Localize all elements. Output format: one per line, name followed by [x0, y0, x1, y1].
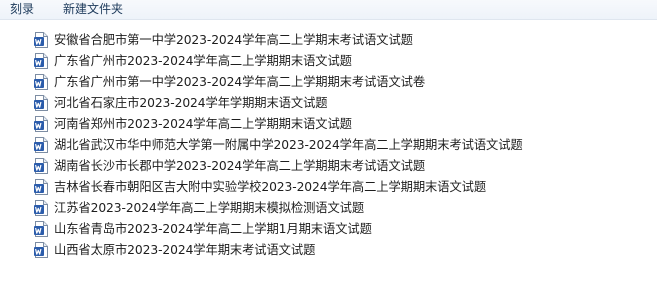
file-item[interactable]: 山西省太原市2023-2024学年期末考试语文试题 [34, 239, 634, 260]
word-doc-icon [34, 73, 48, 90]
file-item[interactable]: 广东省广州市2023-2024学年高二上学期期末语文试题 [34, 50, 634, 71]
word-doc-icon [34, 31, 48, 48]
word-doc-icon [34, 199, 48, 216]
file-item[interactable]: 河北省石家庄市2023-2024学年学期期末语文试题 [34, 92, 634, 113]
file-name: 河南省郑州市2023-2024学年高二上学期期末语文试题 [54, 116, 352, 131]
word-doc-icon [34, 241, 48, 258]
file-list: 安徽省合肥市第一中学2023-2024学年高二上学期末考试语文试题 广东省广州市2… [34, 29, 634, 260]
file-name: 湖北省武汉市华中师范大学第一附属中学2023-2024学年高二上学期期末考试语文… [54, 137, 523, 152]
file-item[interactable]: 江苏省2023-2024学年高二上学期期末模拟检测语文试题 [34, 197, 634, 218]
file-item[interactable]: 湖南省长沙市长郡中学2023-2024学年高二上学期期末考试语文试题 [34, 155, 634, 176]
file-item[interactable]: 安徽省合肥市第一中学2023-2024学年高二上学期末考试语文试题 [34, 29, 634, 50]
file-name: 山东省青岛市2023-2024学年高二上学期1月期末语文试题 [54, 221, 372, 236]
file-name: 广东省广州市2023-2024学年高二上学期期末语文试题 [54, 53, 352, 68]
file-name: 广东省广州市第一中学2023-2024学年高二上学期期末考试语文试卷 [54, 74, 426, 89]
file-name: 山西省太原市2023-2024学年期末考试语文试题 [54, 242, 316, 257]
file-name: 河北省石家庄市2023-2024学年学期期末语文试题 [54, 95, 328, 110]
file-item[interactable]: 山东省青岛市2023-2024学年高二上学期1月期末语文试题 [34, 218, 634, 239]
burn-button[interactable]: 刻录 [10, 1, 34, 17]
word-doc-icon [34, 220, 48, 237]
file-item[interactable]: 吉林省长春市朝阳区吉大附中实验学校2023-2024学年高二上学期期末语文试题 [34, 176, 634, 197]
file-item[interactable]: 广东省广州市第一中学2023-2024学年高二上学期期末考试语文试卷 [34, 71, 634, 92]
new-folder-button[interactable]: 新建文件夹 [63, 1, 123, 17]
word-doc-icon [34, 52, 48, 69]
file-name: 安徽省合肥市第一中学2023-2024学年高二上学期末考试语文试题 [54, 32, 413, 47]
word-doc-icon [34, 157, 48, 174]
file-item[interactable]: 河南省郑州市2023-2024学年高二上学期期末语文试题 [34, 113, 634, 134]
word-doc-icon [34, 94, 48, 111]
file-name: 江苏省2023-2024学年高二上学期期末模拟检测语文试题 [54, 200, 365, 215]
word-doc-icon [34, 178, 48, 195]
file-item[interactable]: 湖北省武汉市华中师范大学第一附属中学2023-2024学年高二上学期期末考试语文… [34, 134, 634, 155]
command-toolbar: 刻录 新建文件夹 [0, 0, 657, 20]
word-doc-icon [34, 115, 48, 132]
file-name: 吉林省长春市朝阳区吉大附中实验学校2023-2024学年高二上学期期末语文试题 [54, 179, 487, 194]
word-doc-icon [34, 136, 48, 153]
file-name: 湖南省长沙市长郡中学2023-2024学年高二上学期期末考试语文试题 [54, 158, 426, 173]
